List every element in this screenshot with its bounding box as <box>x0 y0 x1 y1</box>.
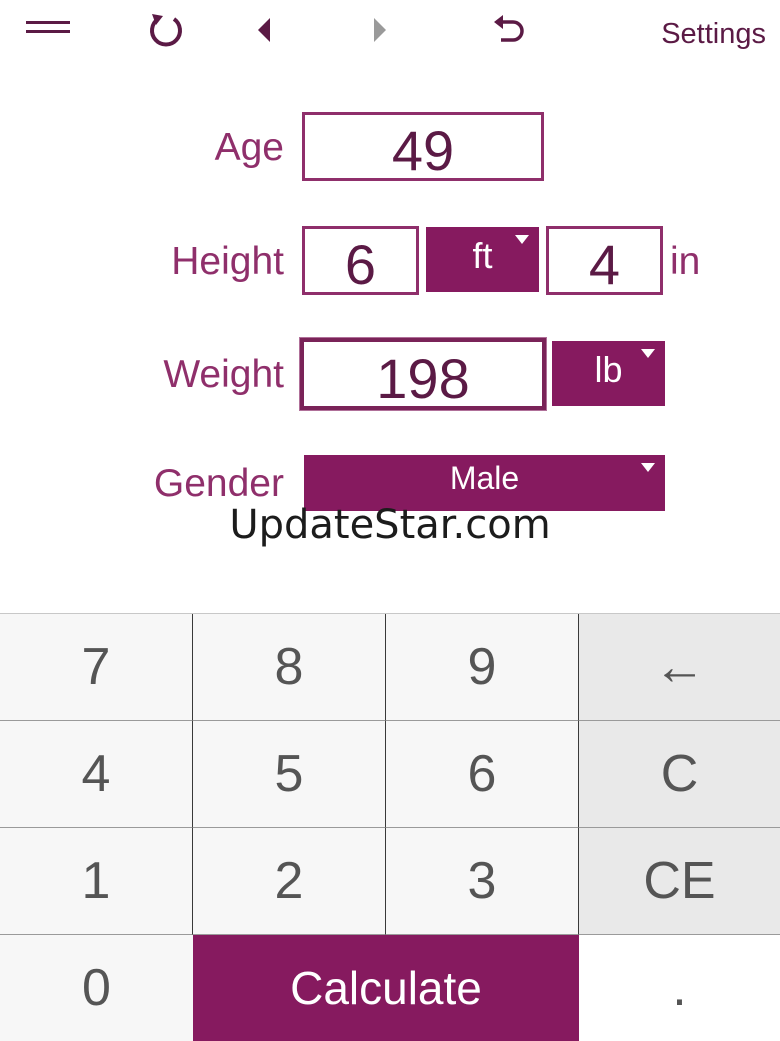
height-feet-unit-label: ft <box>472 235 493 276</box>
weight-label: Weight <box>163 353 284 396</box>
key-0[interactable]: 0 <box>0 935 193 1041</box>
key-5[interactable]: 5 <box>193 721 386 828</box>
height-label: Height <box>171 240 284 283</box>
age-field[interactable]: 49 <box>302 112 544 182</box>
key-4[interactable]: 4 <box>0 721 193 828</box>
undo-icon <box>494 15 524 42</box>
settings-button[interactable]: Settings <box>661 18 766 51</box>
key-9[interactable]: 9 <box>386 614 579 721</box>
reload-button[interactable] <box>140 8 192 52</box>
menu-icon <box>26 21 70 33</box>
forward-arrow-icon <box>374 18 386 42</box>
clear-entry-key[interactable]: CE <box>579 828 780 935</box>
toolbar: Settings <box>0 0 780 64</box>
chevron-down-icon <box>641 349 655 358</box>
forward-button[interactable] <box>360 10 400 50</box>
key-2[interactable]: 2 <box>193 828 386 935</box>
decimal-key[interactable]: . <box>579 935 780 1041</box>
chevron-down-icon <box>641 463 655 472</box>
key-1[interactable]: 1 <box>0 828 193 935</box>
key-8[interactable]: 8 <box>193 614 386 721</box>
backspace-key[interactable]: ← <box>579 614 780 721</box>
height-inches-unit: in <box>670 240 701 283</box>
weight-unit-label: lb <box>594 349 623 390</box>
gender-label: Gender <box>153 462 284 505</box>
key-7[interactable]: 7 <box>0 614 193 721</box>
key-3[interactable]: 3 <box>386 828 579 935</box>
menu-button[interactable] <box>18 10 78 46</box>
undo-button[interactable] <box>484 8 534 52</box>
chevron-down-icon <box>515 235 529 244</box>
age-label: Age <box>214 126 284 169</box>
watermark-text: UpdateStar.com <box>229 502 551 548</box>
calculate-button[interactable]: Calculate <box>193 935 579 1041</box>
clear-key[interactable]: C <box>579 721 780 828</box>
weight-unit-dropdown[interactable]: lb <box>552 341 665 406</box>
back-arrow-icon <box>258 18 270 42</box>
keypad: 7 8 9 ← 4 5 6 C 1 2 3 CE 0 Calculate . <box>0 613 780 1041</box>
height-feet-unit-dropdown[interactable]: ft <box>426 227 539 292</box>
height-inches-field[interactable]: 4 <box>546 226 663 296</box>
height-feet-field[interactable]: 6 <box>302 226 419 296</box>
weight-field[interactable]: 198 <box>300 338 546 410</box>
key-6[interactable]: 6 <box>386 721 579 828</box>
back-button[interactable] <box>244 10 284 50</box>
reload-icon <box>150 14 182 47</box>
